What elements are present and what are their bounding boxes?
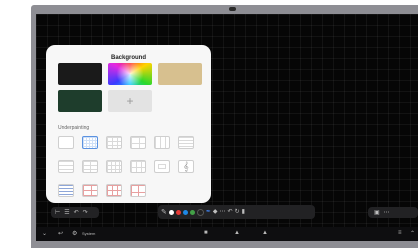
- underpainting-table-3col[interactable]: [130, 160, 146, 173]
- redo-icon[interactable]: ↷: [83, 210, 88, 216]
- expand-icon[interactable]: ⊢: [55, 210, 60, 216]
- background-swatch-color-spectrum[interactable]: [108, 63, 152, 85]
- settings-icon[interactable]: ⚙: [72, 230, 77, 237]
- underpainting-columns[interactable]: [154, 136, 170, 149]
- background-swatch-dark-green[interactable]: [58, 90, 102, 112]
- center-toolbar: ✎ ✒ ◆ ⋯ ↶ ↻ ▮: [158, 205, 315, 219]
- panel-title: Background: [110, 55, 146, 61]
- treble-clef-icon: 𝄞: [183, 161, 189, 171]
- color-red[interactable]: [175, 209, 181, 215]
- color-white[interactable]: [168, 209, 174, 215]
- underpainting-table-grid[interactable]: [106, 160, 122, 173]
- color-dark[interactable]: [196, 208, 204, 216]
- camera: [229, 7, 236, 11]
- more-icon[interactable]: ⋯: [384, 210, 390, 216]
- underpainting-ruled[interactable]: [58, 160, 74, 173]
- brush-icon[interactable]: ✒: [206, 209, 211, 215]
- trash-icon[interactable]: ▮: [242, 209, 245, 215]
- add-background-button[interactable]: +: [108, 90, 152, 112]
- back-icon[interactable]: ↩: [58, 230, 63, 237]
- system-taskbar: ⌄ ↩ ⚙ System ■ ▲ ▲ ≡ ⌃: [36, 227, 418, 241]
- underpainting-quadrant[interactable]: [130, 136, 146, 149]
- chevron-down-icon[interactable]: ⌄: [42, 230, 47, 237]
- underpainting-blank[interactable]: [58, 136, 74, 149]
- apps-icon[interactable]: ▲: [234, 230, 240, 236]
- underpainting-red-columns[interactable]: [130, 184, 146, 197]
- right-toolbar: ▣ ⋯: [368, 207, 418, 218]
- plus-icon: +: [126, 94, 134, 108]
- underpainting-table-2col[interactable]: [82, 160, 98, 173]
- underpainting-frame[interactable]: [154, 160, 170, 173]
- recent-icon[interactable]: ▲: [262, 230, 268, 236]
- color-green[interactable]: [189, 209, 195, 215]
- redo-icon[interactable]: ↻: [235, 209, 240, 215]
- underpainting-label: Underpainting: [58, 125, 90, 131]
- menu-icon[interactable]: ≡: [398, 230, 402, 236]
- underpainting-red-table[interactable]: [106, 184, 122, 197]
- underpainting-music-staff[interactable]: 𝄞: [178, 160, 194, 173]
- underpainting-grid-large[interactable]: [106, 136, 122, 149]
- background-swatch-black[interactable]: [58, 63, 102, 85]
- underpainting-blue-lines[interactable]: [58, 184, 74, 197]
- expand-icon[interactable]: ⌃: [410, 230, 415, 237]
- background-swatch-tan[interactable]: [158, 63, 202, 85]
- page-icon[interactable]: ▣: [374, 210, 380, 216]
- underpainting-grid-small[interactable]: [82, 136, 98, 149]
- undo-icon[interactable]: ↶: [74, 210, 79, 216]
- system-label[interactable]: System: [82, 231, 95, 236]
- home-icon[interactable]: ■: [204, 230, 208, 236]
- underpainting-lines[interactable]: [178, 136, 194, 149]
- underpainting-red-grid[interactable]: [82, 184, 98, 197]
- color-blue[interactable]: [182, 209, 188, 215]
- list-icon[interactable]: ☰: [64, 210, 69, 216]
- pen-icon[interactable]: ✎: [161, 209, 167, 216]
- background-panel: Background + Underpainting 𝄞: [46, 45, 211, 203]
- whiteboard-canvas[interactable]: Background + Underpainting 𝄞 ⊢ ☰ ↶ ↷ ✎ ✒…: [36, 14, 418, 241]
- left-toolbar: ⊢ ☰ ↶ ↷: [51, 207, 99, 218]
- eraser-icon[interactable]: ◆: [213, 209, 218, 215]
- undo-icon[interactable]: ↶: [228, 209, 233, 215]
- select-icon[interactable]: ⋯: [220, 209, 226, 215]
